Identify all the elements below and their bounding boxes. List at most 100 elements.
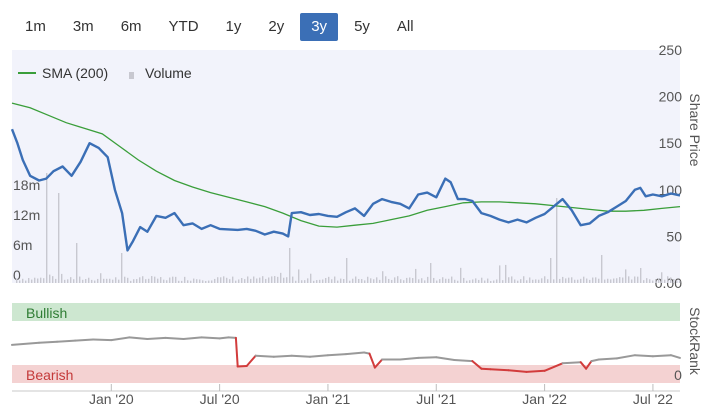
volume-bar bbox=[160, 277, 162, 283]
volume-bar bbox=[385, 276, 387, 283]
volume-bar bbox=[43, 278, 45, 283]
volume-bar bbox=[172, 276, 174, 283]
volume-bar bbox=[55, 278, 57, 283]
volume-bar bbox=[619, 277, 621, 283]
volume-bar bbox=[154, 276, 156, 283]
volume-bar bbox=[583, 276, 585, 283]
volume-bar bbox=[295, 280, 297, 283]
volume-bar bbox=[556, 198, 558, 283]
volume-bar bbox=[211, 280, 213, 283]
volume-bar bbox=[205, 280, 207, 283]
volume-bar bbox=[232, 276, 234, 283]
stockrank-segment bbox=[56, 339, 77, 343]
volume-bar bbox=[151, 276, 153, 283]
volume-bar bbox=[607, 278, 609, 283]
volume-bar bbox=[301, 280, 303, 283]
volume-bar bbox=[664, 279, 666, 283]
volume-bar bbox=[40, 277, 42, 283]
volume-bar bbox=[274, 276, 276, 283]
stockrank-segment bbox=[633, 354, 654, 358]
volume-bar bbox=[403, 280, 405, 283]
volume-bar bbox=[514, 279, 516, 283]
x-axis: Jan '20 Jul '20 Jan '21 Jul '21 Jan '22 Jul '… bbox=[12, 384, 680, 407]
volume-bar bbox=[553, 279, 555, 283]
x-tick-label: Jan '22 bbox=[522, 391, 567, 407]
volume-bar bbox=[190, 280, 192, 283]
volume-bar bbox=[97, 278, 99, 283]
stockrank-zero-tick: 0 bbox=[674, 367, 682, 383]
volume-bar bbox=[343, 278, 345, 283]
volume-bar bbox=[463, 277, 465, 283]
price-axis-title: Share Price bbox=[687, 93, 703, 166]
stockrank-segment bbox=[651, 354, 672, 358]
stockrank-segment bbox=[453, 359, 474, 363]
volume-bar bbox=[283, 277, 285, 283]
volume-bar bbox=[547, 279, 549, 283]
volume-bar bbox=[208, 280, 210, 283]
volume-bar bbox=[121, 253, 123, 283]
volume-bar bbox=[661, 272, 663, 283]
volume-bar bbox=[538, 279, 540, 283]
volume-bar bbox=[568, 277, 570, 283]
volume-bar bbox=[526, 280, 528, 283]
stockrank-plot-area bbox=[12, 321, 680, 365]
volume-bar bbox=[595, 277, 597, 283]
volume-bar bbox=[445, 278, 447, 283]
sma-legend-label[interactable]: SMA (200) bbox=[42, 65, 108, 81]
volume-bar bbox=[652, 280, 654, 283]
volume-bar bbox=[226, 277, 228, 283]
volume-bar bbox=[604, 279, 606, 283]
volume-bar bbox=[541, 278, 543, 283]
volume-bar bbox=[268, 277, 270, 283]
volume-bar bbox=[115, 277, 117, 283]
volume-bar bbox=[253, 276, 255, 283]
volume-bar bbox=[631, 279, 633, 283]
volume-bar bbox=[88, 277, 90, 283]
volume-bar bbox=[52, 276, 54, 283]
volume-bar bbox=[679, 280, 681, 283]
volume-bar bbox=[358, 278, 360, 283]
stockrank-segment bbox=[597, 357, 618, 361]
volume-bar bbox=[64, 279, 66, 283]
volume-bar bbox=[148, 278, 150, 283]
volume-bar bbox=[400, 279, 402, 283]
volume-bar bbox=[334, 276, 336, 283]
volume-bar bbox=[157, 278, 159, 283]
volume-bar bbox=[370, 278, 372, 283]
volume-bar bbox=[286, 277, 288, 283]
volume-bar bbox=[388, 278, 390, 283]
volume-bar bbox=[346, 258, 348, 283]
volume-bar bbox=[520, 279, 522, 283]
volume-bar bbox=[367, 276, 369, 283]
volume-bar bbox=[181, 280, 183, 283]
volume-bar bbox=[673, 279, 675, 283]
volume-bar bbox=[364, 280, 366, 283]
volume-bar bbox=[145, 279, 147, 283]
volume-bar bbox=[544, 276, 546, 283]
volume-bar bbox=[562, 276, 564, 283]
volume-bar bbox=[406, 277, 408, 283]
volume-bar bbox=[481, 277, 483, 283]
volume-bar bbox=[433, 277, 435, 283]
volume-bar bbox=[223, 276, 225, 283]
volume-bar bbox=[523, 276, 525, 283]
volume-bar bbox=[448, 278, 450, 283]
volume-bar bbox=[25, 280, 27, 283]
volume-bar bbox=[439, 279, 441, 283]
volume-bar bbox=[67, 279, 69, 283]
stockrank-segment bbox=[272, 354, 293, 358]
volume-bar bbox=[493, 280, 495, 283]
volume-bar bbox=[127, 277, 129, 283]
volume-bar bbox=[586, 278, 588, 283]
volume-legend-label[interactable]: Volume bbox=[145, 65, 192, 81]
stockrank-segment bbox=[227, 336, 237, 339]
volume-bar bbox=[142, 276, 144, 283]
volume-bar bbox=[451, 276, 453, 283]
volume-bar bbox=[256, 278, 258, 283]
volume-bar bbox=[325, 278, 327, 283]
volume-bar bbox=[361, 279, 363, 283]
volume-bar bbox=[304, 280, 306, 283]
volume-bar bbox=[106, 278, 108, 283]
volume-bar bbox=[184, 276, 186, 283]
volume-bar bbox=[424, 280, 426, 283]
